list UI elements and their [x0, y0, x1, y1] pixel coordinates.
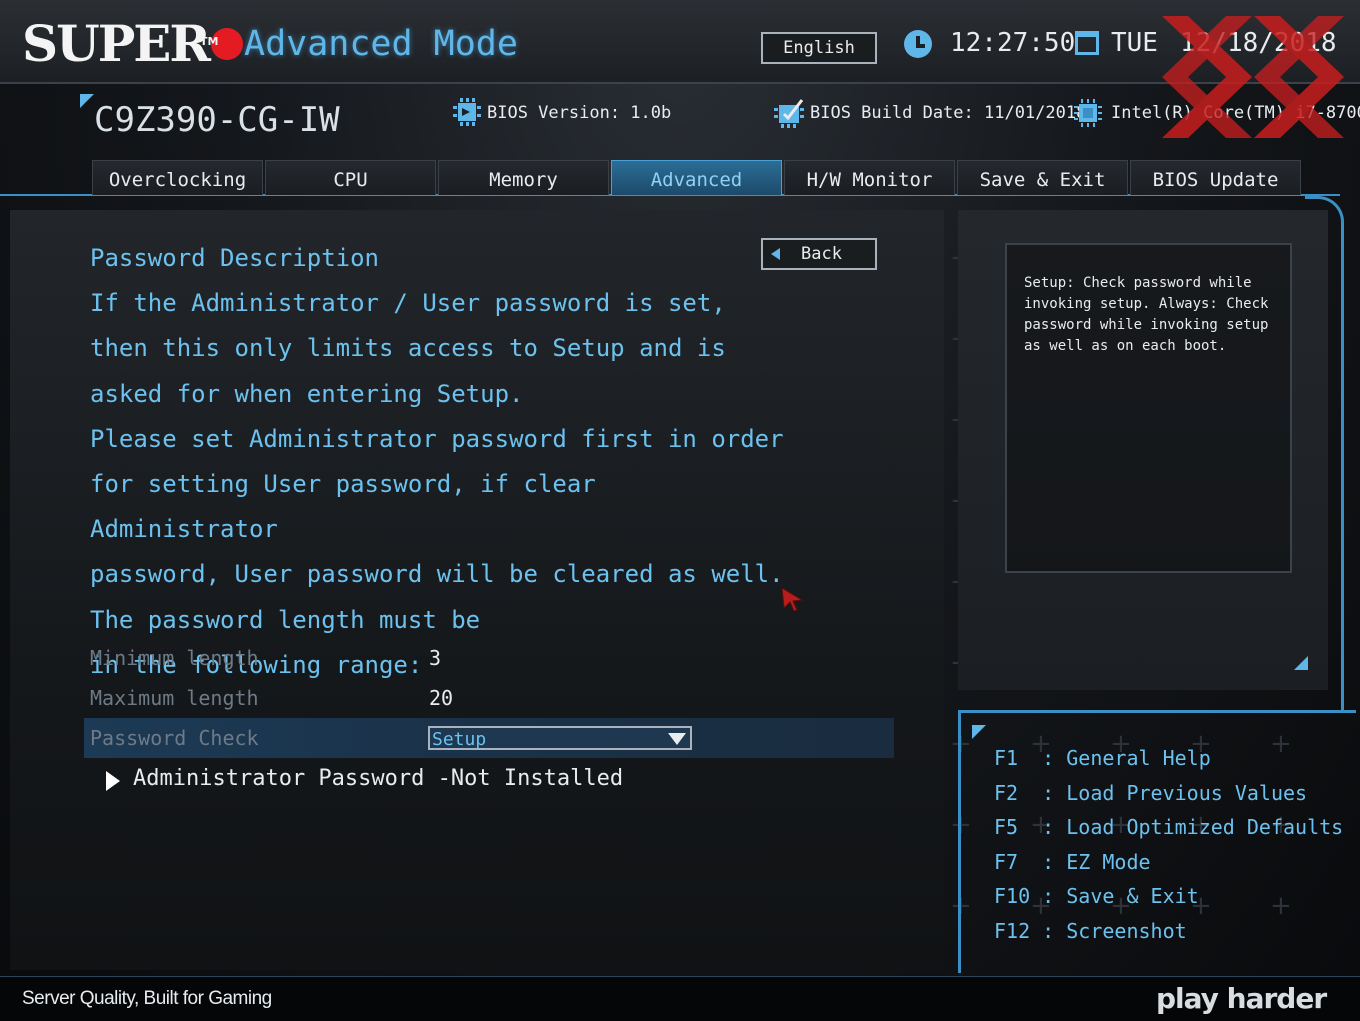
hotkey-key: F12: [994, 918, 1031, 943]
back-arrow-icon: [771, 248, 780, 260]
bios-build-date: BIOS Build Date: 11/01/2018: [810, 103, 1087, 123]
min-length-value: 3: [429, 646, 442, 670]
hotkey-row: F1 : General Help: [994, 746, 1211, 770]
hotkey-key: F5: [994, 815, 1031, 840]
corner-accent-icon: [1294, 656, 1308, 670]
language-selector[interactable]: English: [761, 32, 877, 64]
hotkey-action: Load Optimized Defaults: [1066, 815, 1344, 840]
password-check-select[interactable]: Setup: [428, 726, 692, 750]
hotkey-row: F5 : Load Optimized Defaults: [994, 815, 1344, 840]
red-x-watermark: [1162, 16, 1344, 138]
main-tabs: Overclocking CPU Memory Advanced H/W Mon…: [92, 160, 1303, 196]
calendar-icon: [1075, 31, 1099, 55]
password-check-label: Password Check: [90, 726, 259, 750]
description-line: then this only limits access to Setup an…: [90, 334, 726, 363]
hotkey-key: F1: [994, 746, 1031, 770]
max-length-value: 20: [429, 686, 454, 710]
tab-overclocking[interactable]: Overclocking: [92, 160, 263, 195]
bios-version: BIOS Version: 1.0b: [487, 103, 672, 123]
max-length-label: Maximum length: [90, 686, 259, 710]
back-button[interactable]: Back: [761, 238, 877, 270]
hotkey-key: F10: [994, 884, 1031, 909]
hotkey-key: F2: [994, 780, 1031, 805]
hotkey-action: Screenshot: [1066, 918, 1187, 943]
tab-cpu[interactable]: CPU: [265, 160, 436, 195]
password-description: Password Description If the Administrato…: [90, 236, 790, 688]
hotkeys-list: F1 : General Help F2 : Load Previous Val…: [994, 741, 1343, 949]
hotkey-action: General Help: [1066, 746, 1211, 770]
hotkey-action: Load Previous Values: [1066, 780, 1308, 805]
system-day: TUE: [1111, 28, 1158, 58]
description-line: If the Administrator / User password is …: [90, 289, 726, 318]
tab-memory[interactable]: Memory: [438, 160, 609, 195]
description-line: The password length must be: [90, 605, 481, 634]
tab-bios-update[interactable]: BIOS Update: [1130, 160, 1301, 195]
submenu-arrow-icon: [106, 771, 120, 791]
logo-trademark: TM: [200, 35, 219, 48]
description-line: for setting User password, if clear Admi…: [90, 470, 596, 544]
hotkey-row: F12 : Screenshot: [994, 918, 1187, 943]
corner-accent-icon: [972, 725, 986, 739]
bios-chip-icon: [453, 98, 481, 126]
mode-title: Advanced Mode: [244, 24, 518, 64]
hotkey-row: F2 : Load Previous Values: [994, 780, 1308, 805]
help-text: Setup: Check password while invoking set…: [1024, 275, 1269, 354]
build-chip-icon: [774, 99, 804, 128]
administrator-password-item[interactable]: Administrator Password -Not Installed: [133, 766, 623, 791]
hotkey-action: EZ Mode: [1066, 849, 1151, 874]
mouse-cursor-icon: [782, 588, 804, 612]
hotkey-key: F7: [994, 849, 1031, 874]
footer-brand: play harder: [1156, 982, 1327, 1015]
help-panel-frame: [1305, 196, 1344, 711]
description-line: asked for when entering Setup.: [90, 379, 524, 408]
description-line: Please set Administrator password first …: [90, 424, 784, 453]
supermicro-logo: SUPER TM: [22, 14, 243, 74]
clock-icon: [904, 30, 932, 58]
hotkey-row: F10 : Save & Exit: [994, 884, 1199, 909]
system-time[interactable]: 12:27:50: [950, 28, 1075, 58]
back-label: Back: [801, 244, 842, 264]
logo-text: SUPER: [22, 14, 211, 73]
tab-save-exit[interactable]: Save & Exit: [957, 160, 1128, 195]
description-line: password, User password will be cleared …: [90, 560, 784, 589]
description-line: Password Description: [90, 244, 379, 272]
chevron-down-icon: [668, 733, 686, 745]
footer-slogan: Server Quality, Built for Gaming: [22, 988, 272, 1009]
cpu-icon: [1074, 99, 1102, 127]
tab-hw-monitor[interactable]: H/W Monitor: [784, 160, 955, 195]
hotkey-action: Save & Exit: [1066, 884, 1199, 909]
tab-advanced[interactable]: Advanced: [611, 160, 782, 195]
min-length-label: Minimum length: [90, 646, 259, 670]
password-check-value: Setup: [432, 729, 487, 750]
board-name: C9Z390-CG-IW: [94, 100, 340, 140]
corner-accent-icon: [80, 94, 94, 108]
hotkey-row: F7 : EZ Mode: [994, 849, 1151, 874]
